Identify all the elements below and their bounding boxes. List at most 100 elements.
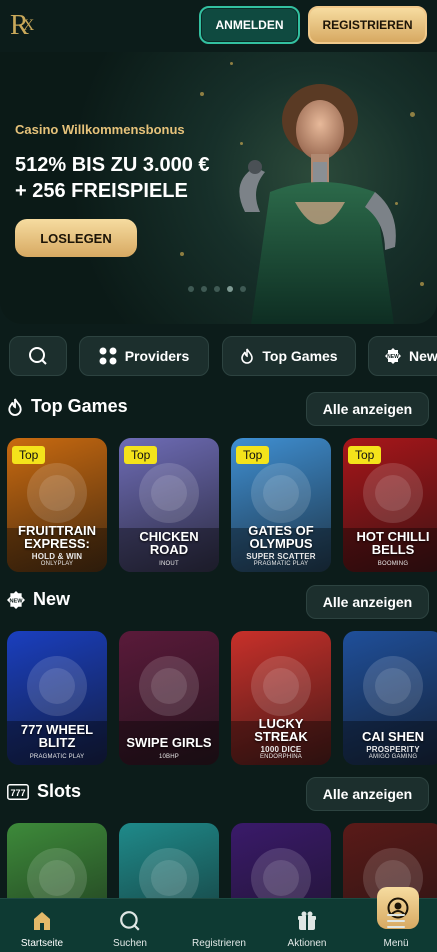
chip-new[interactable]: NEW New [368,336,437,376]
game-provider-name: INOUT [159,561,179,567]
carousel-dot[interactable] [240,286,246,292]
game-provider: 10BHP [119,754,219,760]
hero-character-illustration [239,84,396,324]
section-slots-header: 777 Slots Alle anzeigen [0,777,437,811]
nav-label: Suchen [113,938,147,949]
top-badge: Top [348,446,382,464]
flame-icon [241,348,254,364]
svg-text:NEW: NEW [9,598,23,604]
logo-subtext: X [22,17,34,34]
nav-menu[interactable]: Menü [356,899,436,952]
nav-search[interactable]: Suchen [90,899,170,952]
nav-label: Registrieren [192,938,246,949]
chip-search[interactable] [9,336,67,376]
game-title: SWIPE GIRLS [126,735,212,750]
register-button[interactable]: REGISTRIEREN [308,6,427,44]
section-title: Top Games [7,396,128,417]
nav-label: Menü [383,938,409,949]
game-provider: PRAGMATIC PLAY [7,754,107,760]
chip-top-games[interactable]: Top Games [222,336,356,376]
carousel-dot[interactable] [201,286,207,292]
section-title-text: New [33,589,71,609]
new-badge-icon: NEW [7,590,25,609]
game-title: HOT CHILLI BELLS [356,529,430,557]
chip-label: New [409,348,437,364]
game-subtitle: PROSPERITY [366,745,420,754]
category-chips: Providers Top Games NEW New [0,336,437,376]
hero-cta-button[interactable]: LOSLEGEN [15,219,137,257]
menu-icon [387,914,405,928]
game-provider: HOLD & WIN ONLYPLAY [7,552,107,567]
game-title: CHICKEN ROAD [139,529,199,557]
new-badge-icon: NEW [385,348,401,364]
game-provider-name: ENDORPHINA [259,754,302,760]
game-subtitle: HOLD & WIN [31,552,83,561]
logo-text: R [10,10,29,41]
nav-promotions[interactable]: Aktionen [267,899,347,952]
carousel-dots [188,286,246,292]
top-badge: Top [236,446,270,464]
casino-logo[interactable]: RX [10,10,40,42]
top-badge: Top [12,446,46,464]
search-icon [120,911,140,931]
carousel-dot[interactable] [227,286,233,292]
bottom-navigation: Startseite Suchen Registrieren Aktionen … [0,887,437,952]
top-badge: Top [124,446,158,464]
game-subtitle: 1000 DICE [260,745,302,754]
game-provider-name: PRAGMATIC PLAY [29,754,85,760]
section-new-header: NEW New Alle anzeigen [0,585,437,619]
game-provider-name: PRAGMATIC PLAY [253,561,309,567]
game-tile[interactable]: LUCKY STREAK 1000 DICE ENDORPHINA [231,631,331,765]
game-provider: SUPER SCATTER PRAGMATIC PLAY [231,552,331,567]
search-icon [29,347,47,365]
hero-banner[interactable]: Casino Willkommensbonus 512% BIS ZU 3.00… [0,52,437,324]
game-tile[interactable]: Top FRUITTRAIN EXPRESS: HOLD & WIN ONLYPLAY [7,438,107,572]
top-games-row: Top FRUITTRAIN EXPRESS: HOLD & WIN ONLYPLAY… [0,438,437,572]
game-tile[interactable]: CAI SHEN PROSPERITY AMIGO GAMING [343,631,437,765]
section-top-games-header: Top Games Alle anzeigen [0,392,437,426]
game-provider: 1000 DICE ENDORPHINA [231,745,331,760]
section-title: NEW New [7,589,70,610]
chip-providers[interactable]: Providers [79,336,209,376]
game-title: 777 WHEEL BLITZ [20,722,94,750]
hero-kicker: Casino Willkommensbonus [15,122,185,137]
game-tile[interactable]: Top HOT CHILLI BELLS BOOMING [343,438,437,572]
nav-label: Startseite [20,938,64,949]
game-subtitle: SUPER SCATTER [246,552,316,561]
nav-home[interactable]: Startseite [2,899,82,952]
carousel-dot[interactable] [188,286,194,292]
game-provider: PROSPERITY AMIGO GAMING [343,745,437,760]
game-tile[interactable]: SWIPE GIRLS 10BHP [119,631,219,765]
game-title: GATES OF OLYMPUS [248,523,314,551]
show-all-button[interactable]: Alle anzeigen [306,585,429,619]
show-all-button[interactable]: Alle anzeigen [306,392,429,426]
nav-register[interactable]: Registrieren [179,887,419,952]
game-provider: INOUT [119,561,219,567]
chip-label: Providers [124,348,190,364]
game-tile[interactable]: Top GATES OF OLYMPUS SUPER SCATTER PRAGMATI… [231,438,331,572]
flame-icon [8,398,22,416]
show-all-button[interactable]: Alle anzeigen [306,777,429,811]
chip-label: Top Games [262,348,338,364]
svg-text:777: 777 [10,788,25,798]
nav-label: Aktionen [287,938,327,949]
section-title: 777 Slots [7,781,81,802]
game-title: LUCKY STREAK [254,716,308,744]
grid-icon [99,347,117,365]
carousel-dot[interactable] [214,286,220,292]
svg-text:NEW: NEW [387,354,399,360]
game-title: FRUITTRAIN EXPRESS: [18,523,96,551]
game-provider: BOOMING [343,561,437,567]
game-tile[interactable]: Top CHICKEN ROAD INOUT [119,438,219,572]
game-provider-name: ONLYPLAY [40,561,74,567]
game-provider-name: AMIGO GAMING [368,754,418,760]
game-tile[interactable]: 777 WHEEL BLITZ PRAGMATIC PLAY [7,631,107,765]
home-icon [34,912,50,930]
game-title: CAI SHEN [361,729,425,744]
slot-777-icon: 777 [7,783,29,800]
login-button[interactable]: ANMELDEN [199,6,300,44]
new-games-row: 777 WHEEL BLITZ PRAGMATIC PLAY SWIPE GIRLS… [0,631,437,765]
hero-title: 512% BIS ZU 3.000 € + 256 FREISPIELE [15,154,210,202]
game-provider-name: 10BHP [158,754,179,760]
section-title-text: Slots [37,781,82,801]
